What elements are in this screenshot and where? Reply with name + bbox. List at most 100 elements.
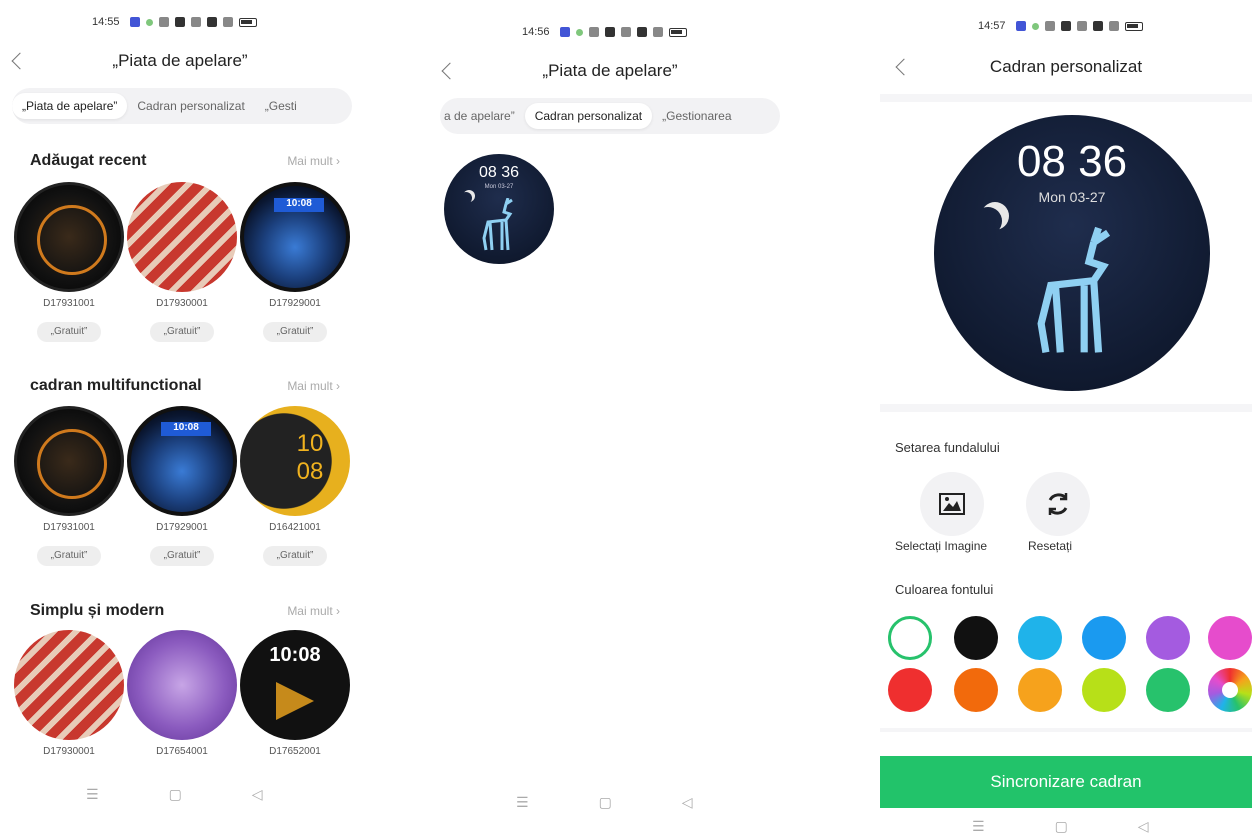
face-id: D17929001 [156,522,208,533]
notification-icon [588,27,599,37]
color-swatch-lime[interactable] [1082,668,1126,712]
select-image-button[interactable] [920,472,984,536]
color-swatch-red[interactable] [888,668,932,712]
wifi-icon [652,27,663,37]
back-arrow-icon[interactable] [11,52,29,70]
back-icon[interactable]: ◁ [1138,818,1149,835]
face-time: 10 08 [296,430,324,485]
notification-icon [129,17,140,27]
tab-custom-dial[interactable]: Cadran personalizat [524,103,653,129]
back-icon[interactable]: ◁ [682,794,693,811]
color-swatch-amber[interactable] [1018,668,1062,712]
tab-management[interactable]: „Gestionarea [652,103,741,129]
wifi-icon [1108,21,1119,31]
face-time: 10:08 [269,644,321,666]
watch-face-thumbnail[interactable] [14,182,124,292]
free-badge[interactable]: „Gratuit” [263,322,327,342]
home-icon[interactable]: ▢ [169,786,182,803]
status-bar: 14:56 [522,26,687,38]
watch-face-thumbnail[interactable] [14,630,124,740]
face-id: D17930001 [43,746,95,757]
face-time: 10:08 [161,422,211,436]
face-date: Mon 03-27 [484,184,514,190]
sync-dial-label: Sincronizare cadran [990,772,1142,791]
more-link[interactable]: Mai mult › [287,154,340,168]
color-swatch-magenta[interactable] [1208,616,1252,660]
deer-icon [1037,226,1111,353]
watch-face-thumbnail[interactable] [127,630,237,740]
color-swatch-cyan[interactable] [1018,616,1062,660]
face-time: 08 36 [1016,137,1128,186]
back-icon[interactable]: ◁ [252,786,263,803]
tab-management[interactable]: „Gesti [255,93,307,119]
free-badge[interactable]: „Gratuit” [37,322,101,342]
bluetooth-icon [1076,21,1087,31]
color-swatch-blue[interactable] [1082,616,1126,660]
color-swatch-white[interactable] [888,616,932,660]
system-nav-bar: ☰ ▢ ◁ [516,794,693,811]
tab-dial-market[interactable]: „Piata de apelare” [12,93,128,119]
home-icon[interactable]: ▢ [599,794,612,811]
tab-custom-dial[interactable]: Cadran personalizat [127,93,254,119]
menu-icon[interactable]: ☰ [86,786,99,803]
back-arrow-icon[interactable] [895,58,913,76]
background-setting-label: Setarea fundalului [895,440,1000,455]
image-icon [939,493,965,515]
free-badge[interactable]: „Gratuit” [263,546,327,566]
notification-icon [559,27,570,37]
face-id: D17931001 [43,298,95,309]
face-time: 10:08 [274,198,324,212]
watch-face-preview: 08 36 Mon 03-27 [934,115,1210,391]
face-id: D17930001 [156,298,208,309]
divider [880,728,1252,732]
status-time: 14:57 [978,20,1006,32]
status-time: 14:56 [522,26,550,38]
color-swatch-black[interactable] [954,616,998,660]
screen-custom-dial-list: 14:56 „Piata de apelare” a de apelare” C… [430,0,790,836]
free-badge[interactable]: „Gratuit” [150,322,214,342]
status-time: 14:55 [92,16,120,28]
watch-face-thumbnail[interactable]: 10:08 [240,630,350,740]
notification-icon [1015,21,1026,31]
tab-dial-market[interactable]: a de apelare” [440,103,525,129]
watch-face-thumbnail[interactable] [127,182,237,292]
face-time: 08 36 [478,164,520,181]
notification-icon [158,17,169,27]
sync-dial-button[interactable]: Sincronizare cadran [880,756,1252,808]
menu-icon[interactable]: ☰ [972,818,985,835]
notification-icon [1044,21,1055,31]
more-link[interactable]: Mai mult › [287,379,340,393]
watch-face-thumbnail[interactable] [14,406,124,516]
screen-custom-dial-editor: 14:57 Cadran personalizat 08 36 Mon 03-2… [880,0,1252,836]
page-title: Cadran personalizat [989,57,1143,76]
free-badge[interactable]: „Gratuit” [150,546,214,566]
section-title: Simplu și modern [30,602,165,619]
color-swatch-green[interactable] [1146,668,1190,712]
reset-button[interactable] [1026,472,1090,536]
back-arrow-icon[interactable] [441,62,459,80]
color-picker-icon[interactable] [1208,668,1252,712]
deer-icon [482,198,513,251]
watch-face-thumbnail[interactable]: 10 08 [240,406,350,516]
face-date: Mon 03-27 [1038,189,1106,205]
menu-icon[interactable]: ☰ [516,794,529,811]
watch-face-thumbnail[interactable]: 10:08 [127,406,237,516]
more-link[interactable]: Mai mult › [287,604,340,618]
color-swatch-orange[interactable] [954,668,998,712]
battery-icon [1124,21,1143,31]
triangle-graphic [276,682,314,720]
custom-watch-face[interactable]: 08 36 Mon 03-27 [444,154,554,264]
screen-dial-market: 14:55 „Piata de apelare” „Piata de apela… [0,0,360,836]
bluetooth-icon [190,17,201,27]
moon-icon [974,207,1002,235]
page-title: „Piata de apelare” [112,51,248,70]
free-badge[interactable]: „Gratuit” [37,546,101,566]
moon-icon [460,192,472,204]
page-title: „Piata de apelare” [542,61,678,80]
color-swatch-purple[interactable] [1146,616,1190,660]
home-icon[interactable]: ▢ [1055,818,1068,835]
face-id: D17652001 [269,746,321,757]
location-icon [206,17,217,27]
watch-face-thumbnail[interactable]: 10:08 [240,182,350,292]
header: „Piata de apelare” [0,46,360,76]
